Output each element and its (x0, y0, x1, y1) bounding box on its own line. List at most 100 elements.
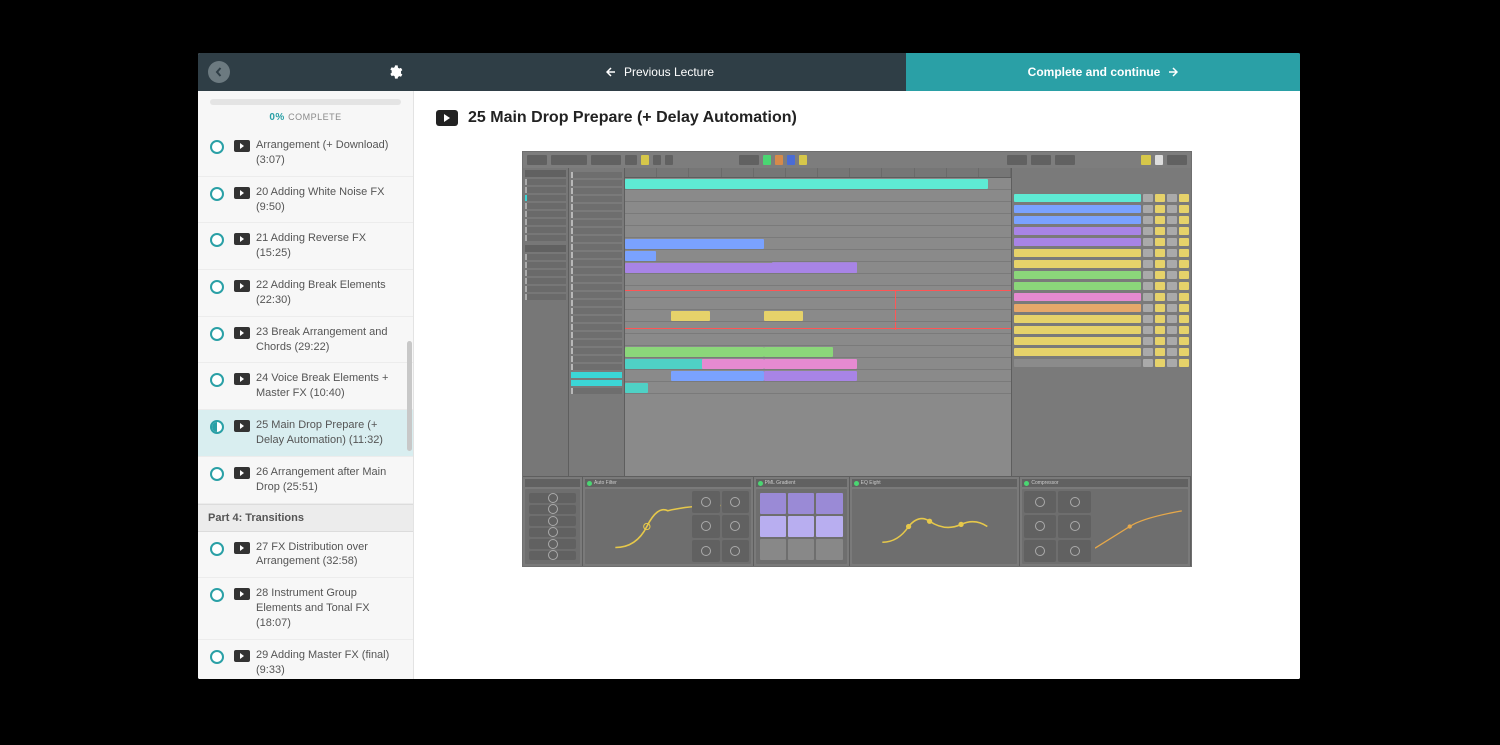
lecture-item[interactable]: 26 Arrangement after Main Drop (25:51) (198, 457, 413, 504)
lecture-item[interactable]: 27 FX Distribution over Arrangement (32:… (198, 532, 413, 579)
daw-fx-gradient: PML Gradient (754, 477, 850, 566)
video-icon (234, 420, 250, 432)
lecture-item[interactable]: 20 Adding White Noise FX (9:50) (198, 177, 413, 224)
progress-area (198, 91, 413, 107)
mixer-track-row (1014, 204, 1189, 214)
lecture-title: 25 Main Drop Prepare (+ Delay Automation… (468, 109, 797, 127)
video-player[interactable]: Auto Filter PML Gradient (522, 151, 1192, 567)
lecture-item[interactable]: 21 Adding Reverse FX (15:25) (198, 223, 413, 270)
lecture-title-row: 25 Main Drop Prepare (+ Delay Automation… (436, 109, 1278, 127)
daw-fx-autofilter: Auto Filter (583, 477, 754, 566)
mixer-track-name (1014, 249, 1141, 257)
video-icon (234, 327, 250, 339)
mixer-track-row (1014, 325, 1189, 335)
mixer-track-name (1014, 315, 1141, 323)
daw-fx-eqeight: EQ Eight (850, 477, 1021, 566)
mixer-track-name (1014, 348, 1141, 356)
mixer-track-row (1014, 336, 1189, 346)
lecture-label: Arrangement (+ Download) (3:07) (256, 138, 403, 168)
arrow-left-icon (606, 67, 616, 77)
lecture-label: 28 Instrument Group Elements and Tonal F… (256, 586, 403, 631)
mixer-track-name (1014, 216, 1141, 224)
mixer-track-row (1014, 259, 1189, 269)
mixer-track-name (1014, 326, 1141, 334)
lecture-item[interactable]: 23 Break Arrangement and Chords (29:22) (198, 317, 413, 364)
course-sidebar: 0% COMPLETE Arrangement (+ Download) (3:… (198, 91, 414, 679)
previous-lecture-button[interactable]: Previous Lecture (414, 53, 906, 91)
video-icon (234, 542, 250, 554)
lecture-label: 24 Voice Break Elements + Master FX (10:… (256, 371, 403, 401)
mixer-track-name (1014, 271, 1141, 279)
lecture-status-circle (210, 588, 224, 602)
mixer-track-row (1014, 303, 1189, 313)
lecture-status-circle (210, 542, 224, 556)
mixer-track-row (1014, 314, 1189, 324)
video-icon (234, 187, 250, 199)
lecture-status-circle (210, 420, 224, 434)
top-bar: Previous Lecture Complete and continue (198, 53, 1300, 91)
previous-lecture-label: Previous Lecture (624, 65, 714, 79)
lecture-label: 29 Adding Master FX (final) (9:33) (256, 648, 403, 678)
daw-device-chain: Auto Filter PML Gradient (523, 476, 1191, 566)
mixer-track-row (1014, 248, 1189, 258)
complete-continue-label: Complete and continue (1028, 65, 1161, 79)
lecture-item[interactable]: 25 Main Drop Prepare (+ Delay Automation… (198, 410, 413, 457)
daw-browser-items (569, 168, 625, 476)
lecture-item[interactable]: 28 Instrument Group Elements and Tonal F… (198, 578, 413, 640)
video-icon (436, 110, 458, 126)
lecture-status-circle (210, 187, 224, 201)
mixer-track-name (1014, 227, 1141, 235)
topbar-left (198, 53, 414, 91)
complete-continue-button[interactable]: Complete and continue (906, 53, 1300, 91)
mixer-track-row (1014, 270, 1189, 280)
lecture-status-circle (210, 140, 224, 154)
lecture-label: 20 Adding White Noise FX (9:50) (256, 185, 403, 215)
mixer-track-row (1014, 237, 1189, 247)
video-icon (234, 140, 250, 152)
lecture-item[interactable]: 29 Adding Master FX (final) (9:33) (198, 640, 413, 679)
mixer-track-row (1014, 193, 1189, 203)
video-icon (234, 280, 250, 292)
lecture-label: 25 Main Drop Prepare (+ Delay Automation… (256, 418, 403, 448)
arrow-right-icon (1168, 67, 1178, 77)
mixer-track-row (1014, 215, 1189, 225)
mixer-track-name (1014, 282, 1141, 290)
sidebar-scrollbar[interactable] (407, 341, 412, 451)
daw-device-rack (523, 477, 583, 566)
settings-button[interactable] (386, 63, 404, 81)
mixer-track-row (1014, 281, 1189, 291)
mixer-track-name (1014, 205, 1141, 213)
section-header: Part 4: Transitions (198, 504, 413, 532)
lecture-item[interactable]: Arrangement (+ Download) (3:07) (198, 130, 413, 177)
lecture-label: 26 Arrangement after Main Drop (25:51) (256, 465, 403, 495)
lecture-list[interactable]: Arrangement (+ Download) (3:07) 20 Adding… (198, 130, 413, 679)
progress-suffix: COMPLETE (288, 112, 342, 122)
mixer-track-row (1014, 347, 1189, 357)
lecture-label: 23 Break Arrangement and Chords (29:22) (256, 325, 403, 355)
video-icon (234, 467, 250, 479)
lecture-status-circle (210, 233, 224, 247)
daw-arrangement-view (625, 168, 1011, 476)
progress-percent: 0% (269, 112, 284, 123)
lecture-status-circle (210, 327, 224, 341)
mixer-track-name (1014, 194, 1141, 202)
mixer-track-row (1014, 358, 1189, 368)
daw-fx-compressor: Compressor (1020, 477, 1191, 566)
lecture-item[interactable]: 22 Adding Break Elements (22:30) (198, 270, 413, 317)
video-icon (234, 233, 250, 245)
video-icon (234, 650, 250, 662)
mixer-track-name (1014, 337, 1141, 345)
lecture-label: 22 Adding Break Elements (22:30) (256, 278, 403, 308)
mixer-track-row (1014, 226, 1189, 236)
lecture-item[interactable]: 24 Voice Break Elements + Master FX (10:… (198, 363, 413, 410)
chevron-left-icon (214, 67, 224, 77)
lecture-label: 27 FX Distribution over Arrangement (32:… (256, 540, 403, 570)
mixer-track-row (1014, 292, 1189, 302)
lecture-status-circle (210, 467, 224, 481)
mixer-track-name (1014, 293, 1141, 301)
progress-bar (210, 99, 401, 105)
video-icon (234, 373, 250, 385)
mixer-track-name (1014, 359, 1141, 367)
lecture-status-circle (210, 373, 224, 387)
back-button[interactable] (208, 61, 230, 83)
